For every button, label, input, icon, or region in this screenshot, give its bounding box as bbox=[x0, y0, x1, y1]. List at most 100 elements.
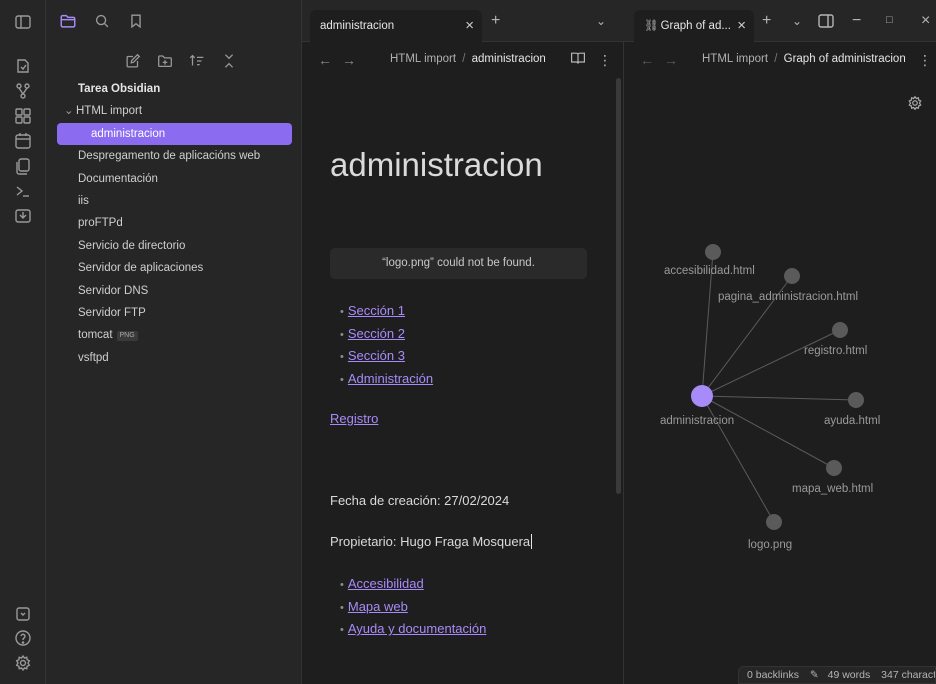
editor-pane: administracion × + ⌄ ← → HTML import / a… bbox=[302, 0, 624, 684]
editor-tab-bar: administracion × + ⌄ bbox=[302, 0, 624, 42]
close-window-icon[interactable]: × bbox=[921, 12, 930, 30]
command-palette-icon[interactable] bbox=[13, 181, 33, 201]
file-label: Servidor FTP bbox=[78, 306, 146, 319]
creation-date: Fecha de creación: 27/02/2024 bbox=[330, 493, 510, 508]
tab-graph[interactable]: ⛓ Graph of ad... × bbox=[634, 10, 754, 42]
file-item[interactable]: Servicio de directorio bbox=[46, 235, 301, 257]
more-options-icon[interactable]: ⋮ bbox=[918, 52, 932, 69]
list-item: • Ayuda y documentación bbox=[340, 618, 486, 641]
bullet: • bbox=[340, 579, 344, 591]
file-explorer-actions bbox=[124, 52, 240, 72]
new-note-icon[interactable] bbox=[124, 52, 144, 72]
search-icon[interactable] bbox=[88, 8, 116, 34]
breadcrumb-parent[interactable]: HTML import bbox=[390, 53, 456, 65]
more-options-icon[interactable]: ⋮ bbox=[598, 52, 612, 69]
file-label: Servidor de aplicaciones bbox=[78, 262, 204, 275]
new-tab-icon[interactable]: + bbox=[762, 12, 771, 30]
bookmark-icon[interactable] bbox=[122, 8, 150, 34]
back-arrow-icon[interactable]: ← bbox=[318, 52, 332, 68]
collapse-all-icon[interactable] bbox=[220, 52, 240, 72]
back-arrow-icon[interactable]: ← bbox=[640, 52, 654, 68]
settings-icon[interactable] bbox=[13, 653, 33, 673]
graph-node-label: administracion bbox=[660, 415, 734, 427]
tab-administracion[interactable]: administracion × bbox=[310, 10, 482, 42]
edit-icon[interactable]: ✎ bbox=[810, 669, 819, 681]
file-item[interactable]: Servidor de aplicaciones bbox=[46, 257, 301, 279]
file-label: vsftpd bbox=[78, 351, 109, 364]
file-item[interactable]: vsftpd bbox=[46, 347, 301, 369]
internal-link[interactable]: Sección 2 bbox=[348, 326, 405, 341]
chevron-down-icon: ⌄ bbox=[64, 105, 74, 118]
reading-view-icon[interactable] bbox=[570, 50, 586, 66]
graph-node[interactable] bbox=[832, 322, 848, 338]
vault-name[interactable]: Tarea Obsidian bbox=[46, 78, 301, 100]
close-icon[interactable]: × bbox=[737, 10, 746, 42]
graph-node[interactable] bbox=[705, 244, 721, 260]
graph-tab-bar: ⛓ Graph of ad... × + ⌄ − □ × bbox=[624, 0, 936, 42]
open-quick-switcher-icon[interactable] bbox=[13, 56, 33, 76]
graph-node-active[interactable] bbox=[691, 385, 713, 407]
file-label: Despregamento de aplicacións web bbox=[78, 150, 261, 163]
graph-view-icon[interactable] bbox=[13, 81, 33, 101]
forward-arrow-icon[interactable]: → bbox=[342, 52, 356, 68]
internal-link[interactable]: Mapa web bbox=[348, 599, 408, 614]
file-item[interactable]: Despregamento de aplicacións web bbox=[46, 145, 301, 167]
breadcrumb-current[interactable]: Graph of administracion bbox=[784, 53, 906, 65]
help-icon[interactable] bbox=[13, 628, 33, 648]
internal-link[interactable]: Sección 3 bbox=[348, 348, 405, 363]
file-item[interactable]: Documentación bbox=[46, 168, 301, 190]
file-item[interactable]: Servidor FTP bbox=[46, 302, 301, 324]
maximize-icon[interactable]: □ bbox=[886, 14, 893, 26]
list-item: • Sección 3 bbox=[340, 345, 433, 368]
sidebar-toggle-icon[interactable] bbox=[13, 12, 33, 32]
internal-link[interactable]: Accesibilidad bbox=[348, 576, 424, 591]
forward-arrow-icon[interactable]: → bbox=[664, 52, 678, 68]
file-label: Servicio de directorio bbox=[78, 239, 186, 252]
graph-edge bbox=[701, 395, 857, 401]
file-item[interactable]: tomcat PNG bbox=[46, 324, 301, 346]
file-item-administracion[interactable]: administracion bbox=[57, 122, 292, 146]
bullet: • bbox=[340, 373, 344, 386]
folder-icon[interactable] bbox=[54, 8, 82, 34]
internal-link[interactable]: Ayuda y documentación bbox=[348, 621, 487, 636]
scrollbar[interactable] bbox=[616, 78, 621, 494]
file-item[interactable]: iis bbox=[46, 190, 301, 212]
internal-link[interactable]: Administración bbox=[348, 371, 433, 386]
import-icon[interactable] bbox=[13, 206, 33, 226]
graph-node-label: mapa_web.html bbox=[792, 483, 873, 495]
graph-canvas[interactable]: accesibilidad.html pagina_administracion.… bbox=[624, 78, 936, 638]
toggle-right-sidebar-icon[interactable] bbox=[818, 14, 834, 28]
file-label: tomcat bbox=[78, 329, 113, 342]
graph-node[interactable] bbox=[826, 460, 842, 476]
folder-html-import[interactable]: ⌄ HTML import bbox=[46, 100, 301, 122]
bullet: • bbox=[340, 624, 344, 636]
owner-line[interactable]: Propietario: Hugo Fraga Mosquera bbox=[330, 534, 533, 549]
tab-list-chevron-icon[interactable]: ⌄ bbox=[792, 14, 802, 28]
sidebar-tab-bar bbox=[46, 0, 301, 42]
graph-node-label: ayuda.html bbox=[824, 415, 880, 427]
graph-node[interactable] bbox=[848, 392, 864, 408]
close-icon[interactable]: × bbox=[465, 10, 474, 42]
breadcrumb-current[interactable]: administracion bbox=[472, 53, 546, 65]
file-label: iis bbox=[78, 194, 89, 207]
breadcrumb-parent[interactable]: HTML import bbox=[702, 53, 768, 65]
file-item[interactable]: Servidor DNS bbox=[46, 280, 301, 302]
status-bar: 0 backlinks ✎ 49 words 347 characters bbox=[738, 666, 936, 684]
file-item[interactable]: proFTPd bbox=[46, 212, 301, 234]
internal-link[interactable]: Sección 1 bbox=[348, 303, 405, 318]
new-folder-icon[interactable] bbox=[156, 52, 176, 72]
bullet: • bbox=[340, 601, 344, 614]
vault-switcher-icon[interactable] bbox=[13, 604, 33, 624]
backlinks-count[interactable]: 0 backlinks bbox=[747, 669, 799, 681]
new-tab-icon[interactable]: + bbox=[491, 12, 500, 30]
graph-node[interactable] bbox=[784, 268, 800, 284]
daily-note-icon[interactable] bbox=[13, 131, 33, 151]
graph-node[interactable] bbox=[766, 514, 782, 530]
sort-icon[interactable] bbox=[188, 52, 208, 72]
tab-list-chevron-icon[interactable]: ⌄ bbox=[596, 14, 606, 28]
minimize-icon[interactable]: − bbox=[852, 12, 861, 30]
canvas-icon[interactable] bbox=[13, 106, 33, 126]
templates-icon[interactable] bbox=[13, 156, 33, 176]
registro-link[interactable]: Registro bbox=[330, 411, 378, 426]
breadcrumb-separator: / bbox=[462, 53, 466, 65]
